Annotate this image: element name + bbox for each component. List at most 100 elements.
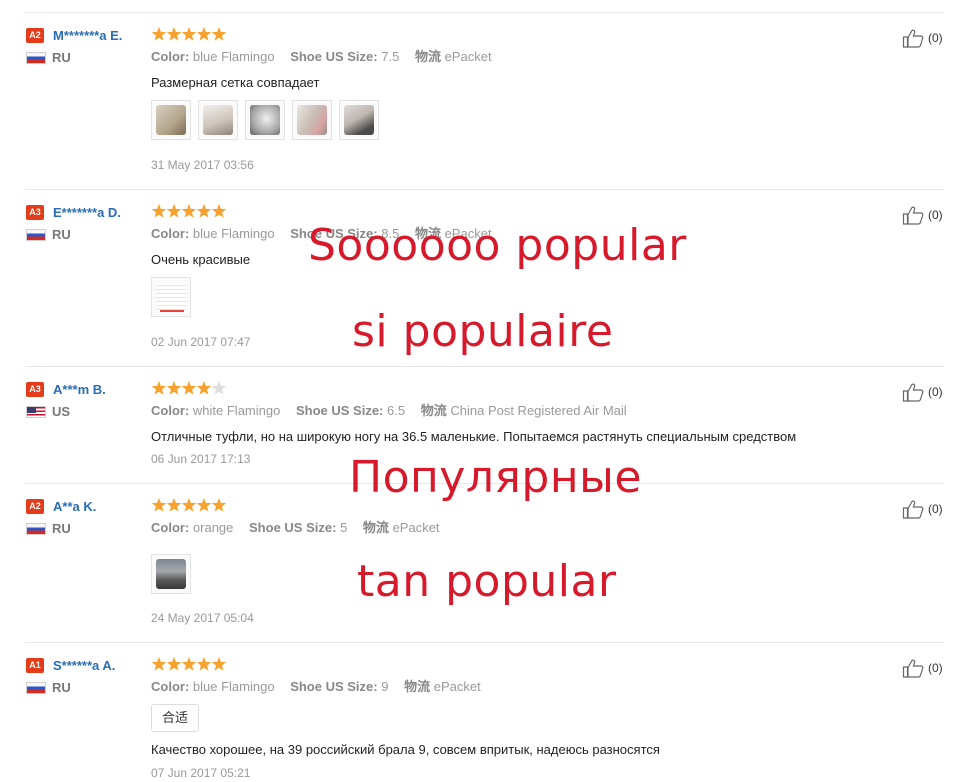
russia-flag-icon [26,52,46,64]
review-photo-thumbnail[interactable] [245,100,285,140]
star-icon [151,497,167,512]
review-divider [25,642,944,643]
review-photo-thumbnail[interactable] [339,100,379,140]
star-icon [196,497,212,512]
review-photo-thumbnail[interactable] [292,100,332,140]
star-icon [196,203,212,218]
thumbs-up-icon [902,383,924,402]
star-icon [181,497,197,512]
star-icon [196,26,212,41]
thumbs-up-icon [902,29,924,48]
size-value: 6.5 [387,403,406,418]
star-icon [211,497,227,512]
star-icon [151,26,167,41]
color-value: blue Flamingo [192,49,275,64]
star-rating [151,380,231,396]
star-icon [166,380,182,395]
like-count: (0) [928,385,943,399]
star-icon [151,380,167,395]
purchase-details: Color: orange Shoe US Size: 5 物流 ePacket [151,520,440,536]
shipping-label: 物流 [414,49,441,64]
star-icon [166,497,182,512]
buyer-country: RU [52,227,71,242]
review-photo-thumbnail[interactable] [151,277,191,317]
buyer-level-badge: A3 [26,382,44,397]
shipping-value: ePacket [444,49,492,64]
star-icon [211,380,227,395]
review-photo-thumbnail[interactable] [151,100,191,140]
buyer-country: US [52,404,71,419]
top-divider [25,12,944,13]
size-label: Shoe US Size: [290,679,378,694]
color-label: Color: [151,49,190,64]
like-count: (0) [928,208,943,222]
overlay-caption-english: Soooooo popular [308,220,687,271]
star-rating [151,203,231,219]
review-divider [25,366,944,367]
purchase-details: Color: blue Flamingo Shoe US Size: 9 物流 … [151,679,481,695]
review-photo-thumbnail[interactable] [151,554,191,594]
review-text: Отличные туфли, но на широкую ногу на 36… [151,429,797,444]
review-divider [25,189,944,190]
review-tag: 合适 [151,704,200,732]
overlay-caption-french: si populaire [352,306,614,357]
review-text: Качество хорошее, на 39 российский брала… [151,742,660,757]
review-photo-thumbnail[interactable] [198,100,238,140]
review-date: 06 Jun 2017 17:13 [151,452,251,466]
color-value: white Flamingo [192,403,281,418]
shipping-value: ePacket [433,679,481,694]
buyer-name: A***m B. [53,382,106,397]
star-icon [181,26,197,41]
russia-flag-icon [26,682,46,694]
size-label: Shoe US Size: [290,49,378,64]
buyer-name: S******a A. [53,658,116,673]
usa-flag-icon [26,406,46,418]
shipping-label: 物流 [420,403,447,418]
review-text: Очень красивые [151,252,251,267]
color-label: Color: [151,403,190,418]
buyer-level-badge: A3 [26,205,44,220]
overlay-caption-spanish: tan popular [357,556,617,607]
review-date: 07 Jun 2017 05:21 [151,766,251,780]
russia-flag-icon [26,229,46,241]
review-text: Размерная сетка совпадает [151,75,320,90]
buyer-name: E*******a D. [53,205,121,220]
shipping-value: China Post Registered Air Mail [450,403,627,418]
star-icon [211,203,227,218]
thumbs-up-icon [902,206,924,225]
shipping-value: ePacket [392,520,440,535]
buyer-name: M*******a E. [53,28,123,43]
buyer-level-badge: A2 [26,499,44,514]
star-icon [196,380,212,395]
like-count: (0) [928,661,943,675]
purchase-details: Color: blue Flamingo Shoe US Size: 7.5 物… [151,49,492,65]
thumbs-up-icon [902,659,924,678]
star-icon [181,380,197,395]
color-value: orange [192,520,234,535]
color-value: blue Flamingo [192,679,275,694]
color-label: Color: [151,520,190,535]
shipping-label: 物流 [404,679,431,694]
star-icon [151,656,167,671]
buyer-country: RU [52,50,71,65]
size-label: Shoe US Size: [249,520,337,535]
star-icon [211,26,227,41]
purchase-details: Color: white Flamingo Shoe US Size: 6.5 … [151,403,627,419]
star-icon [166,26,182,41]
buyer-country: RU [52,680,71,695]
overlay-caption-russian: Популярные [349,452,642,503]
thumbs-up-icon [902,500,924,519]
star-icon [196,656,212,671]
buyer-level-badge: A1 [26,658,44,673]
like-count: (0) [928,31,943,45]
review-date: 02 Jun 2017 07:47 [151,335,251,349]
buyer-level-badge: A2 [26,28,44,43]
star-icon [166,656,182,671]
color-label: Color: [151,226,190,241]
review-date: 24 May 2017 05:04 [151,611,254,625]
buyer-name: A**a K. [53,499,97,514]
shipping-label: 物流 [362,520,389,535]
star-rating [151,26,231,42]
size-value: 5 [340,520,348,535]
star-rating [151,497,231,513]
